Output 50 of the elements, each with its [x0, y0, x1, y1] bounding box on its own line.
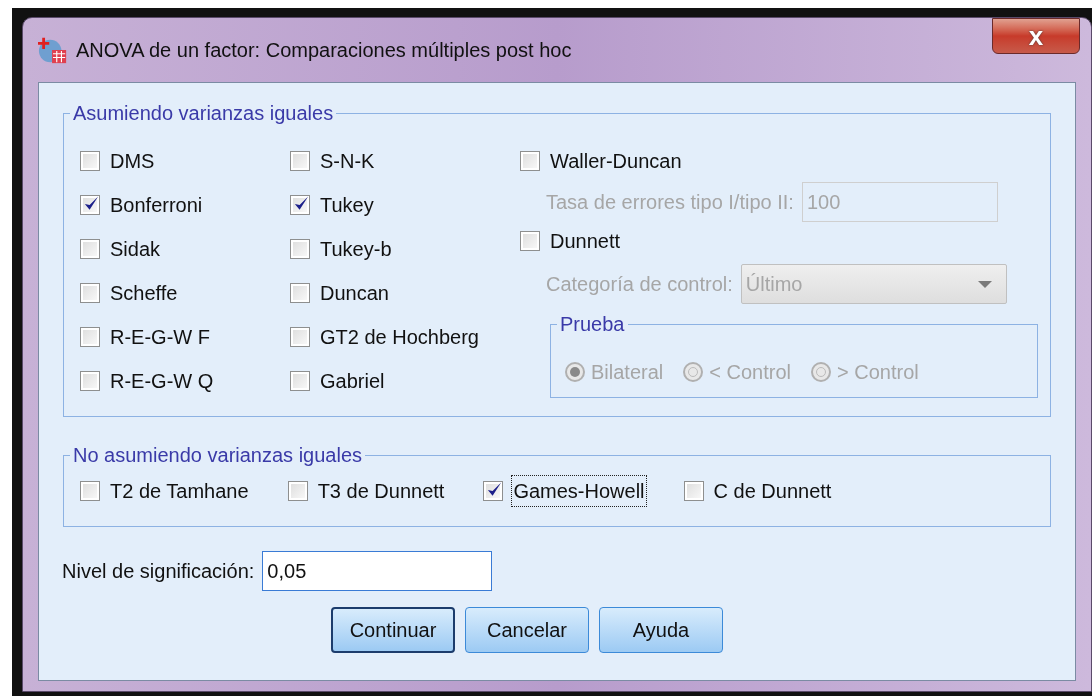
dialog-button[interactable]: Continuar — [331, 607, 455, 653]
checkbox[interactable] — [520, 231, 540, 251]
dialog-button[interactable]: Cancelar — [465, 607, 589, 653]
checkbox-label: DMS — [109, 149, 156, 174]
checkbox-label: Sidak — [109, 237, 162, 262]
field-label: Nivel de significación: — [62, 559, 255, 584]
checkbox-label: R-E-G-W F — [109, 325, 211, 350]
checkbox[interactable] — [290, 195, 310, 215]
checkbox[interactable] — [80, 151, 100, 171]
checkbox[interactable] — [80, 327, 100, 347]
close-button[interactable]: x — [992, 18, 1080, 54]
field-label: Categoría de control: — [546, 272, 733, 297]
checkbox-label: S-N-K — [319, 149, 376, 174]
checkbox[interactable] — [80, 239, 100, 259]
checkbox[interactable] — [80, 371, 100, 391]
checkbox-label: T3 de Dunnett — [316, 479, 446, 504]
checkbox[interactable] — [520, 151, 540, 171]
window-title: ANOVA de un factor: Comparaciones múltiples post hoc — [76, 38, 572, 63]
checkbox-label: C de Dunnett — [712, 479, 833, 504]
app-icon — [38, 35, 68, 65]
field-label: Tasa de errores tipo I/tipo II: — [546, 190, 794, 215]
checkbox[interactable] — [290, 151, 310, 171]
checkbox-label: Games-Howell — [512, 476, 646, 506]
dialog-button[interactable]: Ayuda — [599, 607, 723, 653]
checkbox[interactable] — [683, 481, 704, 501]
checkbox-label: T2 de Tamhane — [109, 479, 250, 504]
checkbox[interactable] — [290, 283, 310, 303]
checkbox[interactable] — [290, 327, 310, 347]
caret-icon — [977, 280, 992, 288]
checkbox-label: R-E-G-W Q — [109, 369, 215, 394]
radio-label: Bilateral — [591, 360, 664, 385]
checkbox[interactable] — [80, 283, 100, 303]
checkbox-label: Waller-Duncan — [549, 149, 683, 174]
checkbox-label: Dunnett — [549, 229, 622, 254]
checkbox[interactable] — [80, 481, 100, 501]
radio-label: > Control — [837, 360, 919, 385]
checkbox-label: Tukey — [319, 193, 375, 218]
checkbox-label: Duncan — [319, 281, 390, 306]
checkbox[interactable] — [290, 371, 310, 391]
checkbox-label: Tukey-b — [319, 237, 393, 262]
checkbox-label: GT2 de Hochberg — [319, 325, 480, 350]
checkbox[interactable] — [290, 239, 310, 259]
checkbox[interactable] — [483, 481, 504, 501]
checkbox-label: Scheffe — [109, 281, 179, 306]
checkbox[interactable] — [287, 481, 308, 501]
checkbox-label: Bonferroni — [109, 193, 204, 218]
checkbox[interactable] — [80, 195, 100, 215]
radio-label: < Control — [709, 360, 791, 385]
checkbox-label: Gabriel — [319, 369, 386, 394]
input-field[interactable]: 0,05 — [262, 551, 493, 591]
